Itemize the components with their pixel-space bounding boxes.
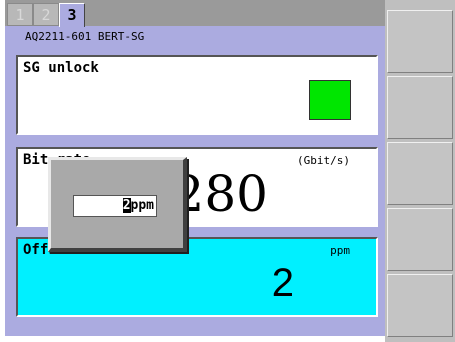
offset-unit: ppm bbox=[330, 244, 350, 257]
offset-value: 2 bbox=[271, 261, 294, 305]
sg-unlock-label: SG unlock bbox=[23, 60, 99, 76]
softkey-1[interactable] bbox=[387, 10, 453, 73]
tab-2[interactable]: 2 bbox=[33, 3, 59, 26]
value-entry-popup: 2ppm bbox=[48, 157, 187, 252]
value-entry-field[interactable]: 2ppm bbox=[73, 195, 157, 217]
tab-1[interactable]: 1 bbox=[7, 3, 33, 26]
device-title: AQ2211-601 BERT-SG bbox=[25, 30, 145, 43]
unlock-status-indicator bbox=[309, 80, 351, 120]
text-cursor: 2 bbox=[122, 198, 131, 213]
softkey-5[interactable] bbox=[387, 274, 453, 337]
softkey-2[interactable] bbox=[387, 76, 453, 139]
sg-unlock-card[interactable]: SG unlock bbox=[16, 55, 378, 135]
softkey-4[interactable] bbox=[387, 208, 453, 271]
tab-3[interactable]: 3 bbox=[59, 3, 85, 27]
value-entry-unit: ppm bbox=[130, 198, 154, 213]
softkey-3[interactable] bbox=[387, 142, 453, 205]
tab-bar: 1 2 3 bbox=[5, 0, 385, 27]
bit-rate-unit: (Gbit/s) bbox=[297, 154, 350, 167]
softkey-panel bbox=[385, 0, 455, 342]
